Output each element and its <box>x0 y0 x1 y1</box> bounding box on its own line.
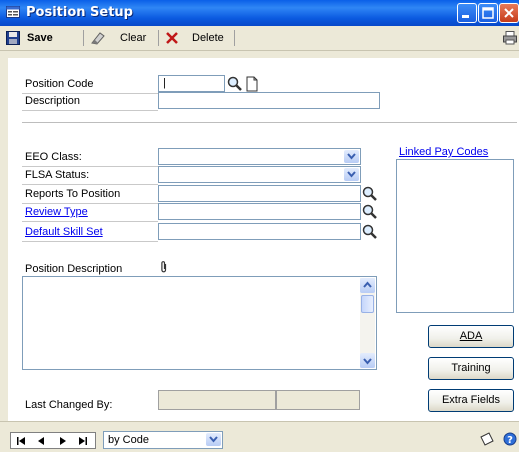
flsa-status-dropdown[interactable] <box>158 166 361 183</box>
position-code-input[interactable]: | <box>158 75 225 92</box>
chevron-up-icon <box>363 281 372 288</box>
section-divider <box>22 122 517 123</box>
training-button-label: Training <box>451 362 491 374</box>
chevron-down-icon <box>347 153 356 160</box>
maximize-button[interactable] <box>478 3 498 23</box>
last-changed-by-user-field <box>158 390 276 410</box>
previous-record-icon[interactable] <box>35 436 49 446</box>
new-note-icon[interactable] <box>244 76 260 92</box>
eeo-class-dropdown[interactable] <box>158 148 361 165</box>
save-label: Save <box>27 32 53 44</box>
delete-icon <box>166 32 178 44</box>
minimize-button[interactable] <box>457 3 477 23</box>
title-bar[interactable]: Position Setup <box>0 0 519 26</box>
minimize-icon <box>462 15 469 18</box>
scroll-thumb[interactable] <box>361 295 374 313</box>
save-button[interactable]: Save <box>6 30 66 46</box>
delete-label: Delete <box>192 32 224 44</box>
window-title: Position Setup <box>26 5 133 20</box>
status-bar: by Code ? <box>0 421 519 452</box>
scroll-up-button[interactable] <box>360 278 375 293</box>
training-button[interactable]: Training <box>428 357 514 380</box>
flsa-status-dropdown-button[interactable] <box>344 168 359 181</box>
eeo-class-row: EEO Class: <box>22 149 158 167</box>
description-input[interactable] <box>158 92 380 109</box>
window-icon <box>6 6 20 18</box>
description-label: Description <box>25 95 81 107</box>
toolbar: Save Clear Delete <box>0 26 519 51</box>
toolbar-separator <box>158 30 159 46</box>
default-skill-set-row: Default Skill Set <box>22 224 158 242</box>
delete-button[interactable]: Delete <box>165 30 229 46</box>
toolbar-separator <box>234 30 235 46</box>
chevron-down-icon <box>209 436 218 443</box>
save-icon <box>6 31 20 45</box>
clear-icon <box>91 32 105 45</box>
eeo-class-dropdown-button[interactable] <box>344 150 359 163</box>
scroll-down-button[interactable] <box>360 353 375 368</box>
eeo-class-label: EEO Class: <box>25 151 82 163</box>
description-row: Description <box>22 93 158 111</box>
paperclip-icon[interactable] <box>160 260 168 273</box>
linked-pay-codes-link[interactable]: Linked Pay Codes <box>399 146 488 158</box>
clear-label: Clear <box>120 32 147 44</box>
default-skill-set-link[interactable]: Default Skill Set <box>25 226 103 238</box>
clear-button[interactable]: Clear <box>90 30 150 46</box>
ada-button-label: ADA <box>459 330 483 342</box>
position-setup-window: Position Setup Save Clear Delete Positio… <box>0 0 519 452</box>
toolbar-separator <box>83 30 84 46</box>
last-changed-by-date-field <box>276 390 360 410</box>
first-record-icon[interactable] <box>15 436 29 446</box>
record-navigation <box>10 432 96 449</box>
svg-text:?: ? <box>507 435 513 446</box>
flsa-status-row: FLSA Status: <box>22 167 158 185</box>
lookup-icon[interactable] <box>362 204 378 220</box>
last-record-icon[interactable] <box>75 436 89 446</box>
position-code-row: Position Code <box>22 76 158 94</box>
ada-button[interactable]: ADA <box>428 325 514 348</box>
flsa-status-label: FLSA Status: <box>25 169 90 181</box>
chevron-down-icon <box>347 171 356 178</box>
position-code-value: | <box>163 77 166 89</box>
reports-to-row: Reports To Position <box>22 186 158 204</box>
sort-order-dropdown-button[interactable] <box>206 433 221 446</box>
extra-fields-button-label: Extra Fields <box>441 394 501 406</box>
close-icon <box>504 8 514 18</box>
next-record-icon[interactable] <box>55 436 69 446</box>
position-description-textarea[interactable] <box>22 276 377 370</box>
position-description-label: Position Description <box>25 263 123 275</box>
review-type-row: Review Type <box>22 204 158 222</box>
help-icon[interactable]: ? <box>503 432 517 446</box>
lookup-icon[interactable] <box>362 224 378 240</box>
position-code-label: Position Code <box>25 78 94 90</box>
last-changed-by-label: Last Changed By: <box>25 399 113 411</box>
printer-icon[interactable] <box>503 31 517 45</box>
note-icon[interactable] <box>479 432 495 447</box>
sort-order-value: by Code <box>108 434 149 446</box>
reports-to-input[interactable] <box>158 185 361 202</box>
linked-pay-codes-list[interactable] <box>396 159 514 313</box>
close-button[interactable] <box>499 3 519 23</box>
extra-fields-button[interactable]: Extra Fields <box>428 389 514 412</box>
lookup-icon[interactable] <box>227 76 243 92</box>
lookup-icon[interactable] <box>362 186 378 202</box>
form-panel: Position Code | Description Linked Pay C… <box>8 58 519 421</box>
review-type-link[interactable]: Review Type <box>25 206 88 218</box>
chevron-down-icon <box>363 358 372 365</box>
review-type-input[interactable] <box>158 203 361 220</box>
default-skill-set-input[interactable] <box>158 223 361 240</box>
position-description-scrollbar[interactable] <box>360 278 375 368</box>
maximize-icon <box>482 7 494 19</box>
sort-order-dropdown[interactable]: by Code <box>103 431 223 449</box>
reports-to-label: Reports To Position <box>25 188 121 200</box>
